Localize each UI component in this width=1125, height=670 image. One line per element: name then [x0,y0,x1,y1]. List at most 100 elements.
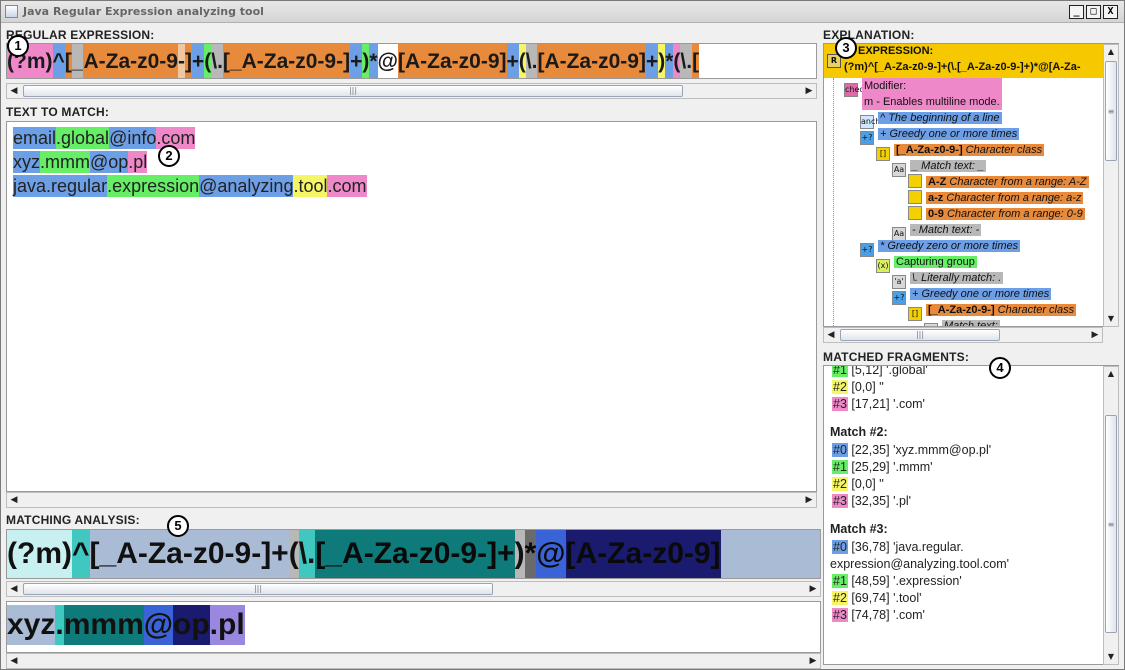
match-group-line: #2 [0,0] '' [832,379,884,396]
char-class-icon: [] [876,147,890,161]
minimize-button[interactable]: _ [1069,5,1084,19]
group-value: [48,59] '.expression' [847,574,962,588]
quantifier-icon: +? [860,131,874,145]
group-tag: #1 [832,365,848,377]
tree-node[interactable]: Aa _ Match text: _ [892,158,987,177]
regex-hscrollbar[interactable]: ◀ ||| ▶ [6,83,817,99]
tree-root-label: EXPRESSION: [858,45,934,57]
matched-fragments-list[interactable]: #1 [5,12] '.global' #2 [0,0] '' #3 [17,21]… [823,365,1119,665]
explanation-vscrollbar[interactable]: ▲ ≡ ▼ [1103,44,1119,327]
group-tag: #1 [832,460,848,474]
window-title: Java Regular Expression analyzing tool [23,5,264,18]
scroll-left-icon[interactable]: ◀ [7,582,21,596]
scroll-down-icon[interactable]: ▼ [1104,650,1118,664]
regex-token: ) [658,44,666,78]
regex-input[interactable]: (?m)^[_A-Za-z0-9-]+(\.[_A-Za-z0-9-]+)*@[… [6,43,817,79]
regex-token: ( [204,44,212,78]
scroll-thumb[interactable]: ≡ [1105,415,1117,633]
scroll-right-icon[interactable]: ▶ [1088,328,1102,342]
tree-node[interactable]: check-iconModifier: m - Enables multiline… [844,78,1002,110]
group-tag: #2 [832,380,848,394]
matched-fragments-label: MATCHED FRAGMENTS: [823,350,970,364]
text-line: xyz.mmm@op.pl [13,151,148,173]
tree-node[interactable]: (x) Capturing group [876,254,977,273]
scroll-down-icon[interactable]: ▼ [1104,312,1118,326]
tree-node[interactable]: 'a' \. Literally match: . [892,270,1004,289]
regex-token: [_A-Za-z0-9-] [222,44,351,78]
group-value: [0,0] '' [847,477,884,491]
tree-node-label: - Match text: - [912,224,980,236]
maximize-button[interactable]: □ [1086,5,1101,19]
scroll-thumb[interactable]: ||| [23,85,683,97]
tree-node[interactable]: a-z Character from a range: a-z [908,190,1084,206]
group-tag: #2 [832,477,848,491]
tree-node[interactable]: [] [_A-Za-z0-9-] Character class [876,142,1045,161]
group-value: [17,21] '.com' [847,397,925,411]
match-group-line: #0 [36,78] 'java.regular. [832,539,964,556]
group-value: [69,74] '.tool' [847,591,922,605]
regex-token: - [177,44,185,78]
close-button[interactable]: X [1103,5,1118,19]
scroll-up-icon[interactable]: ▲ [1104,45,1118,59]
group-value: [25,29] '.mmm' [847,460,933,474]
check-icon: check-icon [844,83,888,97]
tree-node-label: + Greedy one or more times [880,128,1018,140]
scroll-up-icon[interactable]: ▲ [1104,367,1118,381]
explanation-tree[interactable]: R EXPRESSION: (?m)^[_A-Za-z0-9-]+(\.[_A-… [823,43,1119,327]
match-group-line: #0 [22,35] 'xyz.mmm@op.pl' [832,442,991,459]
tree-node-label: a-z [928,192,944,204]
scroll-right-icon[interactable]: ▶ [806,654,820,668]
group-value: [32,35] '.pl' [847,494,912,508]
analysis-hscrollbar[interactable]: ◀ ||| ▶ [6,581,821,597]
scroll-right-icon[interactable]: ▶ [806,582,820,596]
tree-node[interactable]: +? + Greedy one or more times [892,286,1052,305]
group-value: expression@analyzing.tool.com' [830,557,1010,571]
tree-node-label: A-Z [928,176,947,188]
tree-node[interactable]: [] [_A-Za-z0-9-] Character class [908,302,1077,321]
scroll-right-icon[interactable]: ▶ [802,493,816,507]
tree-node[interactable]: AaMatch text: [924,318,1000,326]
scroll-left-icon[interactable]: ◀ [7,84,21,98]
callout-1: 1 [7,35,29,57]
scroll-thumb[interactable]: ≡ [1105,61,1117,161]
scroll-left-icon[interactable]: ◀ [7,493,21,507]
text-to-match-area[interactable]: email.global@info.com xyz.mmm@op.pl java.r… [6,121,817,492]
group-tag: #2 [832,591,848,605]
tree-node[interactable]: anchor-icon^ The beginning of a line [860,110,1002,129]
match-segment: xyz [13,151,40,173]
match-segment: email [13,127,57,149]
tree-node[interactable]: +? + Greedy one or more times [860,126,1020,145]
scroll-left-icon[interactable]: ◀ [824,328,838,342]
tree-node[interactable]: A-Z Character from a range: A-Z [908,174,1089,190]
scroll-thumb[interactable]: ||| [840,329,1000,341]
analysis-regex-token: [_A-Za-z0-9-]+ [89,530,289,578]
tree-node[interactable]: +? * Greedy zero or more times [860,238,1021,257]
matches-vscrollbar[interactable]: ▲ ≡ ▼ [1103,366,1119,665]
group-tag: #3 [832,608,848,622]
analysis-text-hscrollbar[interactable]: ◀ ▶ [6,653,821,669]
range-icon [908,206,922,220]
tree-node-label: * Greedy zero or more times [880,240,1019,252]
analysis-text-token: mmm [63,605,144,645]
analysis-regex-token: ) [514,530,525,578]
text-hscrollbar[interactable]: ◀ ▶ [6,492,817,508]
range-icon [908,190,922,204]
explanation-hscrollbar[interactable]: ◀ ||| ▶ [823,327,1103,343]
tree-node-label: [_A-Za-z0-9-] [896,144,963,156]
tree-node[interactable]: Aa - Match text: - [892,222,982,241]
group-tag: #3 [832,494,848,508]
tree-root[interactable]: R EXPRESSION: (?m)^[_A-Za-z0-9-]+(\.[_A-… [824,44,1104,78]
scroll-right-icon[interactable]: ▶ [802,84,816,98]
tree-node[interactable]: 0-9 Character from a range: 0-9 [908,206,1085,222]
tree-node-label: [_A-Za-z0-9-] [928,304,995,316]
match-group-line: #1 [5,12] '.global' [832,365,928,379]
scroll-thumb[interactable]: ||| [23,583,493,595]
match-segment: .com [327,175,367,197]
regex-token: \. [525,44,538,78]
regex-token: + [645,44,659,78]
group-tag: #0 [832,443,848,457]
match-group-line: #1 [48,59] '.expression' [832,573,962,590]
scroll-left-icon[interactable]: ◀ [7,654,21,668]
tree-node-label: 0-9 [928,208,944,220]
tree-node-description: Character class [994,304,1075,316]
